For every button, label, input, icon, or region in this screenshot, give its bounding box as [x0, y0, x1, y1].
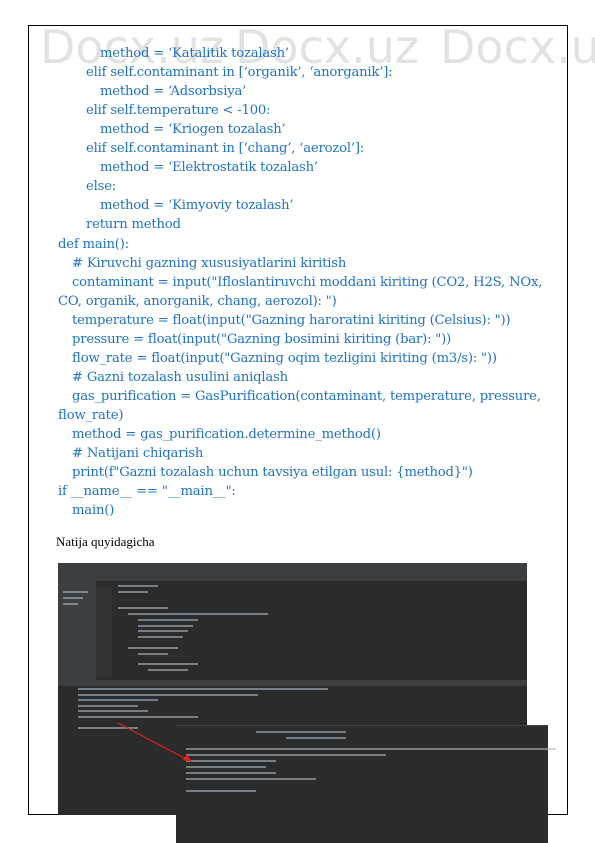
red-arrow-icon: [117, 722, 192, 762]
